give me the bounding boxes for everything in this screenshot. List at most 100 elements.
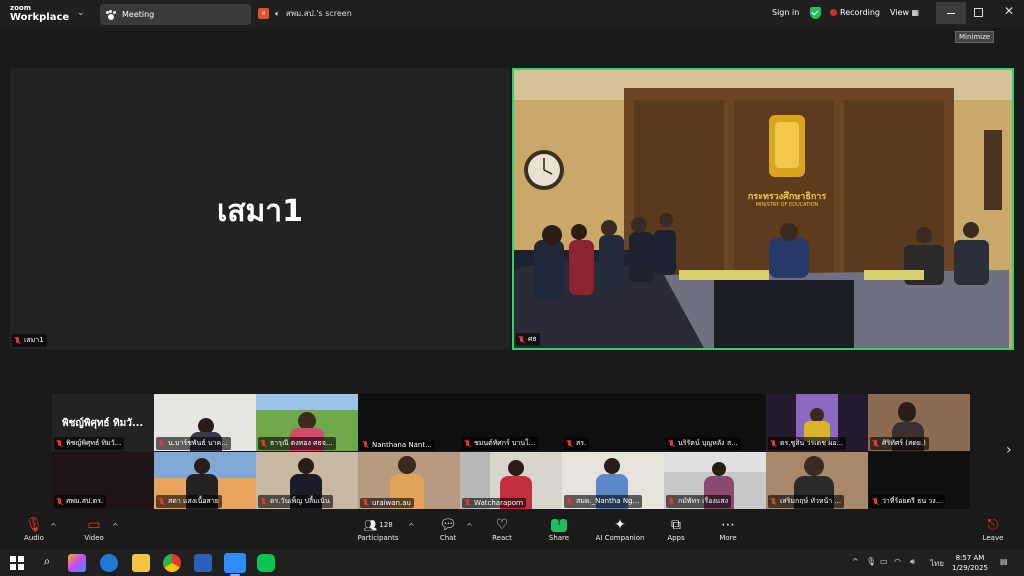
thumb-tile[interactable]: เสริมกฤษ์ หัวหน้า ... <box>766 452 868 509</box>
participants-options-chevron-icon[interactable]: ^ <box>408 522 415 531</box>
participant-strip: พิชญ์พิศุทธ์ ทิมวั... พิชญ์พิศุทธ์ ทิมวั… <box>52 394 974 510</box>
thumb-tile[interactable]: นริรัตน์ บุญหลัง ส... <box>664 394 766 451</box>
mic-muted-icon <box>261 497 267 506</box>
close-button[interactable]: ✕ <box>1004 4 1014 18</box>
participants-button[interactable]: 👥︎ 128 Participants <box>356 516 400 543</box>
windows-taskbar: ⌕ ^ 🎙︎ ▭ ◠ 🔊︎ ไทย 8:57 AM 1/29/2025 ▤ <box>0 550 1024 576</box>
meeting-tab-label: Meeting <box>122 10 155 19</box>
language-indicator[interactable]: ไทย <box>930 557 944 570</box>
chevron-down-icon[interactable]: ⌄ <box>77 8 85 18</box>
thumb-tile[interactable]: พิชญ์พิศุทธ์ ทิมวั... พิชญ์พิศุทธ์ ทิมวั… <box>52 394 154 451</box>
tray-chevron-icon[interactable]: ^ <box>852 557 859 566</box>
mic-muted-icon <box>519 335 525 344</box>
mic-muted-icon <box>363 499 369 507</box>
mic-muted-icon <box>771 497 777 506</box>
thumb-tile[interactable]: น.บาร์ชพันธ์ นาค... <box>154 394 256 451</box>
ai-companion-button[interactable]: ✦ AI Companion <box>594 516 646 542</box>
chrome-icon[interactable] <box>163 554 181 572</box>
shared-screen-label: สพม.สป.'s screen <box>285 9 352 18</box>
mic-muted-icon <box>465 499 471 507</box>
thumb-tile[interactable]: สมด._Nantha Ng... <box>562 452 664 509</box>
thumb-tile[interactable]: ว่าที่ร้อยตรี ธน วง... <box>868 452 970 509</box>
notification-icon[interactable]: ▤ <box>1000 557 1008 566</box>
zoom-app-icon[interactable] <box>224 553 246 573</box>
thumb-tile[interactable]: สร. <box>562 394 664 451</box>
thumb-tile[interactable]: สตา แสงเนื้อสาย <box>154 452 256 509</box>
participant-label: เสริมกฤษ์ หัวหน้า ... <box>768 495 845 508</box>
participants-icon: 👥︎ <box>363 518 378 532</box>
file-explorer-icon[interactable] <box>132 554 150 572</box>
video-tile-semar1[interactable]: เสมา1 เสมา1 <box>10 68 510 349</box>
participant-label: สร. <box>564 437 590 450</box>
thumb-tile[interactable]: สพม.สป.ตร. <box>52 452 154 509</box>
meeting-tab[interactable]: Meeting <box>100 4 251 25</box>
participant-label: น.บาร์ชพันธ์ นาค... <box>156 437 231 450</box>
thumb-tile[interactable]: กมัพัทร เรื่องแสง <box>664 452 766 509</box>
participant-label: สตา แสงเนื้อสาย <box>156 495 222 508</box>
video-tray-icon[interactable]: ▭ <box>880 557 888 566</box>
zoom-window: zoom Workplace ⌄ Meeting ส 🔈︎ สพม.สป.'s … <box>0 0 1024 576</box>
clock[interactable]: 8:57 AM 1/29/2025 <box>952 553 988 573</box>
windows-start-icon[interactable] <box>8 554 26 572</box>
leave-button[interactable]: ⎋ Leave <box>980 516 1006 542</box>
video-options-chevron-icon[interactable]: ^ <box>112 522 119 531</box>
edge-icon[interactable] <box>100 554 118 572</box>
volume-icon[interactable]: 🔊︎ <box>910 557 915 567</box>
react-button[interactable]: ♡ React <box>490 516 514 542</box>
word-icon[interactable] <box>194 554 212 572</box>
participant-label: นริรัตน์ บุญหลัง ส... <box>666 437 741 450</box>
participant-label: พิชญ์พิศุทธ์ ทิมวั... <box>54 437 125 450</box>
mic-muted-icon <box>57 439 63 448</box>
copilot-icon[interactable] <box>68 554 86 572</box>
thumb-tile[interactable]: ชมนต์ทัศกร์ บานใ... <box>460 394 562 451</box>
more-dots-icon: ⋯ <box>721 517 735 533</box>
view-button[interactable]: View ▦ <box>890 8 919 17</box>
recording-dot-icon <box>830 9 837 16</box>
more-button[interactable]: ⋯ More <box>716 516 740 542</box>
apps-icon: ⧉ <box>671 517 681 533</box>
audio-button[interactable]: 🎙︎ Audio <box>20 516 48 542</box>
share-button[interactable]: Share <box>546 516 572 543</box>
sign-in-link[interactable]: Sign in <box>772 8 799 17</box>
thumb-tile[interactable]: Watcharaporn <box>460 452 562 509</box>
chat-button[interactable]: 💬︎ Chat <box>436 516 460 542</box>
participant-label: ศิริทัศร์ (สดย.) <box>870 437 929 450</box>
apps-button[interactable]: ⧉ Apps <box>664 516 688 542</box>
mic-muted-icon: 🎙︎ <box>25 517 43 533</box>
search-icon[interactable]: ⌕ <box>38 554 56 572</box>
chat-options-chevron-icon[interactable]: ^ <box>466 522 473 531</box>
mic-muted-icon <box>363 441 369 449</box>
thumb-tile[interactable]: uraiwan.au <box>358 452 460 509</box>
shared-screen-tab[interactable]: ส 🔈︎ สพม.สป.'s screen <box>258 7 352 20</box>
video-tile-conference-room[interactable]: กระทรวงศึกษาธิการ MINISTRY OF EDUCATION … <box>512 68 1014 350</box>
thumb-tile[interactable]: ดร.ชูสิน วรเดช ผอ... <box>766 394 868 451</box>
title-bar: zoom Workplace ⌄ Meeting ส 🔈︎ สพม.สป.'s … <box>0 0 1024 28</box>
minimize-button[interactable] <box>936 2 966 24</box>
line-app-icon[interactable] <box>257 554 275 572</box>
participant-label: ศธ <box>516 333 540 346</box>
shield-icon[interactable] <box>810 7 821 19</box>
paw-icon <box>106 9 116 20</box>
audio-options-chevron-icon[interactable]: ^ <box>50 522 57 531</box>
conference-room-image <box>514 70 1012 348</box>
mic-muted-icon <box>15 336 21 345</box>
thumb-tile[interactable]: Nanthana Nant... <box>358 394 460 451</box>
thumb-tile[interactable]: ธารุณี ตงทอง ศธจ... <box>256 394 358 451</box>
wifi-icon[interactable]: ◠ <box>894 557 901 566</box>
participant-name-large: เสมา1 <box>216 194 304 229</box>
video-button[interactable]: ▭ Video <box>80 516 108 542</box>
zoom-logo: zoom Workplace <box>10 4 70 23</box>
mic-muted-icon <box>771 439 777 448</box>
participant-label: กมัพัทร เรื่องแสง <box>666 495 732 508</box>
sparkle-icon: ✦ <box>614 517 626 533</box>
thumb-tile[interactable]: ศิริทัศร์ (สดย.) <box>868 394 970 451</box>
maximize-button[interactable] <box>974 8 983 17</box>
recording-label[interactable]: Recording <box>840 8 880 17</box>
participant-label: เสมา1 <box>12 334 47 347</box>
mic-muted-icon <box>465 439 471 448</box>
thumb-tile[interactable]: ดร.วันเพ็ญ ปลื้มเนิน <box>256 452 358 509</box>
chevron-right-icon[interactable]: › <box>1006 442 1012 458</box>
mic-tray-icon[interactable]: 🎙︎ <box>866 557 876 566</box>
participants-count: 128 <box>379 521 393 529</box>
room-sign-thai: กระทรวงศึกษาธิการ <box>747 192 827 202</box>
